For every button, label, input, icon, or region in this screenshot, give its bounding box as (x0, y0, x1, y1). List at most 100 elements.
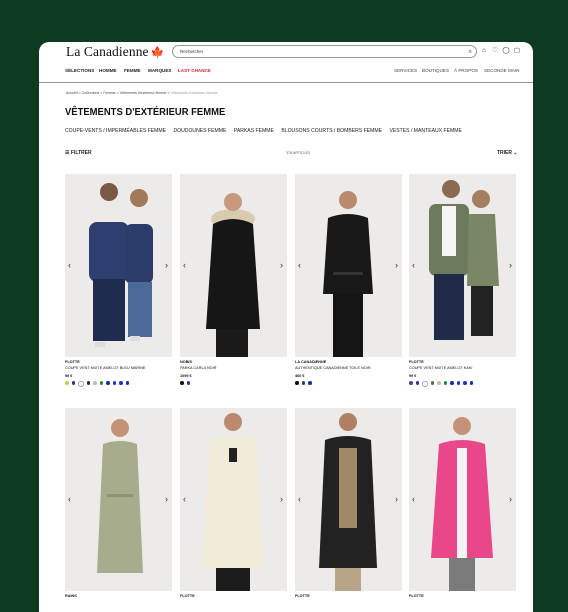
category-link[interactable]: COUPE-VENTS / IMPERMÉABLES FEMME (65, 128, 166, 134)
breadcrumb-item[interactable]: Accueil (66, 91, 78, 95)
next-image-arrow[interactable]: › (509, 494, 512, 504)
color-swatch[interactable] (456, 381, 460, 385)
product-photo (97, 419, 143, 573)
product-image[interactable]: ‹ › (295, 408, 402, 591)
search-icon[interactable]: ⌕ (469, 47, 472, 58)
product-price: 99 € (409, 374, 417, 378)
color-swatch[interactable] (301, 381, 305, 385)
product-card[interactable]: ‹ › FLOTTE COUPE VENT MIXTE AMELOT BLEU … (65, 174, 172, 387)
product-brand: FLOTTE (409, 594, 424, 598)
color-swatch[interactable] (78, 381, 84, 387)
site-logo[interactable]: La Canadienne 🍁 (66, 44, 164, 60)
color-swatch[interactable] (180, 381, 184, 385)
category-link[interactable]: DOUDOUNES FEMME (173, 128, 226, 134)
product-image[interactable]: ‹ › (295, 174, 402, 357)
product-photo (429, 180, 499, 340)
color-swatch[interactable] (409, 381, 413, 385)
product-image[interactable]: ‹ › (180, 408, 287, 591)
product-name[interactable]: PARKA CARLA NOIR (180, 366, 287, 370)
color-swatch[interactable] (415, 381, 419, 385)
breadcrumb-item[interactable]: Femme (103, 91, 115, 95)
color-swatches (65, 381, 172, 387)
product-card[interactable]: ‹ › FLOTTE (409, 408, 516, 598)
color-swatch[interactable] (463, 381, 467, 385)
product-name[interactable]: AUTHENTIQUE CANADIENNE TOILE NOIR (295, 366, 402, 370)
product-image[interactable]: ‹ › (65, 408, 172, 591)
color-swatch[interactable] (99, 381, 103, 385)
product-image[interactable]: ‹ › (409, 174, 516, 357)
nav-item-marques[interactable]: MARQUES (148, 68, 171, 73)
product-image[interactable]: ‹ › (180, 174, 287, 357)
nav-item-homme[interactable]: HOMME (99, 68, 117, 73)
store-icon[interactable]: ⌂ (480, 47, 488, 55)
user-icon[interactable]: ◯ (502, 47, 510, 55)
category-link[interactable]: PARKAS FEMME (234, 128, 274, 134)
heart-icon[interactable]: ♡ (491, 47, 499, 55)
color-swatch[interactable] (106, 381, 110, 385)
color-swatch[interactable] (93, 381, 97, 385)
color-swatch[interactable] (119, 381, 123, 385)
prev-image-arrow[interactable]: ‹ (183, 260, 186, 270)
next-image-arrow[interactable]: › (280, 494, 283, 504)
bag-icon[interactable]: ▢ (513, 47, 521, 55)
nav-item-seconde-main[interactable]: SECONDE MAIN (484, 68, 519, 73)
filter-button[interactable]: ☰ FILTRER (65, 150, 92, 156)
breadcrumb-item[interactable]: Collections (82, 91, 100, 95)
color-swatch[interactable] (295, 381, 299, 385)
product-name[interactable]: COUPE VENT MIXTE AMELOT BLEU MARINE (65, 366, 172, 370)
next-image-arrow[interactable]: › (165, 260, 168, 270)
prev-image-arrow[interactable]: ‹ (68, 260, 71, 270)
nav-item-boutiques[interactable]: BOUTIQUES (422, 68, 449, 73)
color-swatch[interactable] (125, 381, 129, 385)
category-link[interactable]: VESTES / MANTEAUX FEMME (389, 128, 461, 134)
product-photo (319, 413, 377, 591)
next-image-arrow[interactable]: › (395, 494, 398, 504)
category-link[interactable]: BLOUSONS COURTS / BOMBERS FEMME (281, 128, 382, 134)
breadcrumb-item[interactable]: Vêtements d'extérieur femme (120, 91, 167, 95)
prev-image-arrow[interactable]: ‹ (298, 494, 301, 504)
color-swatch[interactable] (65, 381, 69, 385)
color-swatch[interactable] (86, 381, 90, 385)
product-card[interactable]: ‹ › FLOTTE (180, 408, 287, 598)
sort-button[interactable]: TRIER ⌄ (497, 150, 518, 156)
color-swatch[interactable] (71, 381, 75, 385)
nav-item-a-propos[interactable]: À PROPOS (454, 68, 478, 73)
chevron-down-icon: ⌄ (512, 150, 518, 156)
prev-image-arrow[interactable]: ‹ (298, 260, 301, 270)
color-swatch[interactable] (186, 381, 190, 385)
color-swatches (295, 381, 402, 385)
color-swatch[interactable] (422, 381, 428, 387)
prev-image-arrow[interactable]: ‹ (412, 260, 415, 270)
product-brand: NOBIS (180, 360, 193, 364)
prev-image-arrow[interactable]: ‹ (183, 494, 186, 504)
color-swatch[interactable] (430, 381, 434, 385)
color-swatch[interactable] (469, 381, 473, 385)
next-image-arrow[interactable]: › (280, 260, 283, 270)
nav-divider (39, 82, 533, 83)
color-swatch[interactable] (308, 381, 312, 385)
header-icons: ⌂ ♡ ◯ ▢ (480, 47, 521, 55)
product-card[interactable]: ‹ › RAINS (65, 408, 172, 598)
next-image-arrow[interactable]: › (395, 260, 398, 270)
prev-image-arrow[interactable]: ‹ (412, 494, 415, 504)
nav-item-selections[interactable]: SÉLECTIONS (65, 68, 94, 73)
nav-item-last-chance[interactable]: LAST CHANCE (178, 68, 211, 73)
color-swatch[interactable] (450, 381, 454, 385)
product-card[interactable]: ‹ › LA CANADIENNE AUTHENTIQUE CANADIENNE… (295, 174, 402, 385)
search-input[interactable]: Rechercher ⌕ (172, 45, 477, 58)
prev-image-arrow[interactable]: ‹ (68, 494, 71, 504)
next-image-arrow[interactable]: › (509, 260, 512, 270)
nav-item-services[interactable]: SERVICES (394, 68, 417, 73)
color-swatch[interactable] (443, 381, 447, 385)
product-image[interactable]: ‹ › (409, 408, 516, 591)
color-swatch[interactable] (112, 381, 116, 385)
nav-item-femme[interactable]: FEMME (124, 68, 141, 73)
next-image-arrow[interactable]: › (165, 494, 168, 504)
product-image[interactable]: ‹ › (65, 174, 172, 357)
product-card[interactable]: ‹ › FLOTTE (295, 408, 402, 598)
product-card[interactable]: ‹ › NOBIS PARKA CARLA NOIR 1099 € (180, 174, 287, 385)
color-swatch[interactable] (437, 381, 441, 385)
maple-leaf-icon: 🍁 (150, 47, 165, 59)
product-card[interactable]: ‹ › FLOTTE COUPE VENT MIXTE AMELOT KAKI … (409, 174, 516, 387)
product-name[interactable]: COUPE VENT MIXTE AMELOT KAKI (409, 366, 516, 370)
